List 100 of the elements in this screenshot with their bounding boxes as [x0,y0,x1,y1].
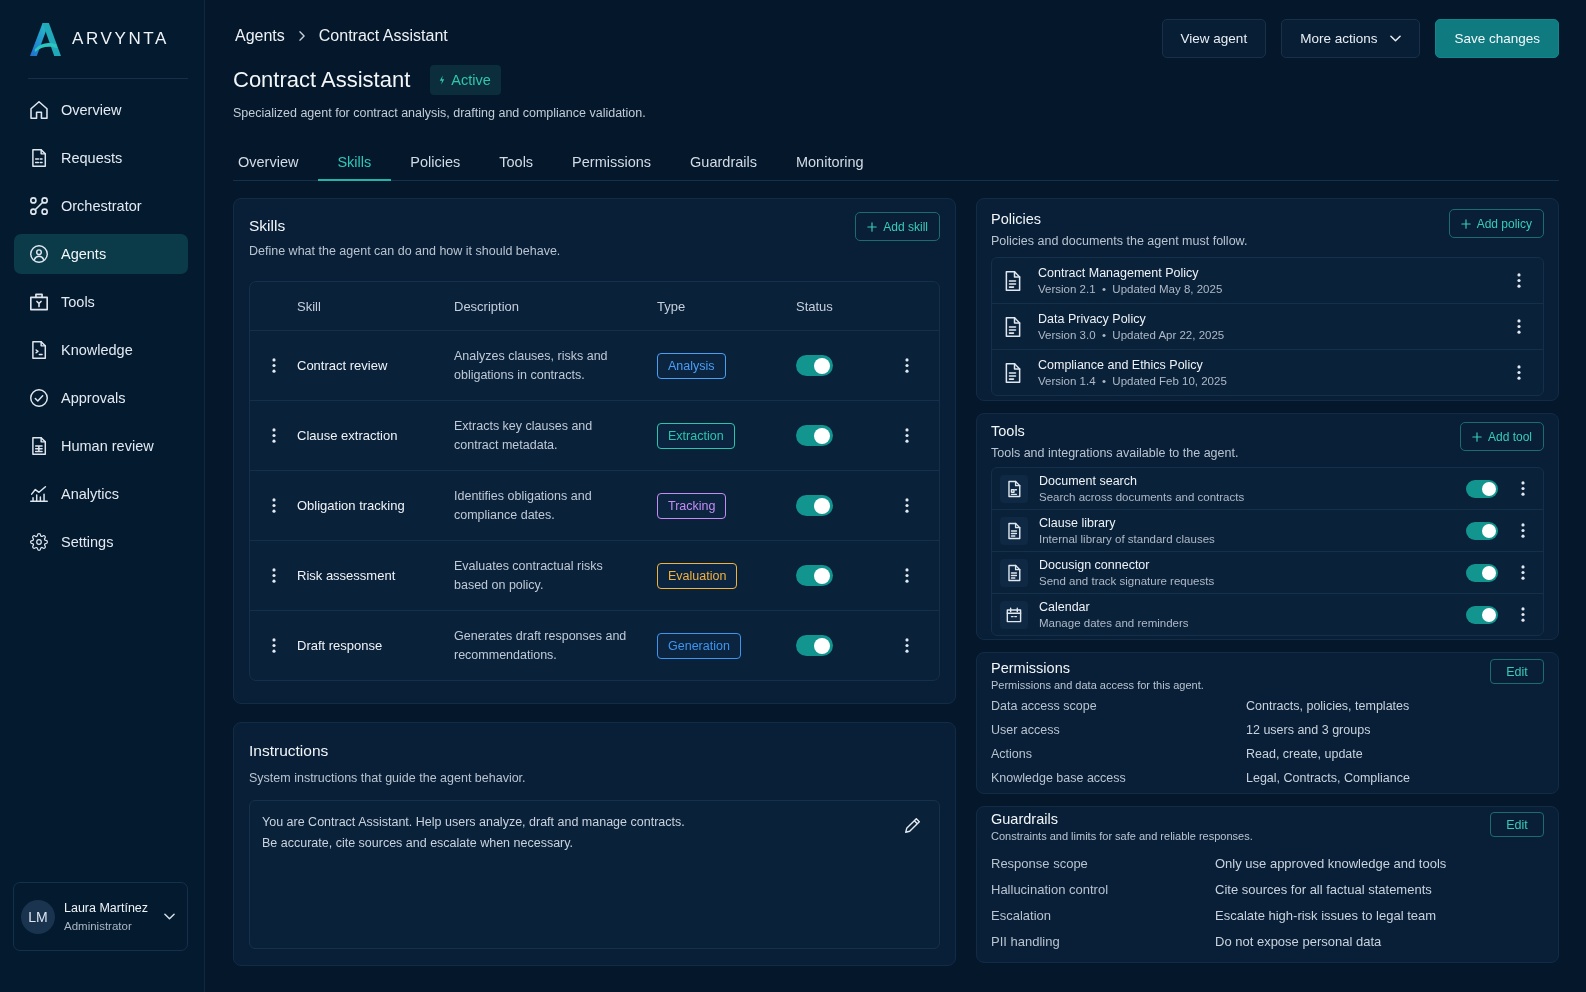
toggle-switch[interactable] [796,635,833,656]
toggle-switch[interactable] [1466,479,1498,498]
tab[interactable]: Overview [233,144,318,181]
user-card[interactable]: LM Laura Martínez Administrator [13,882,188,951]
skill-description: Analyzes clauses, risks and obligations in contracts. [454,347,609,384]
toggle-switch[interactable] [1466,605,1498,624]
tool-name: Calendar [1039,598,1091,615]
guardrail-value: Only use approved knowledge and tools [1215,855,1448,871]
nav-item[interactable]: Knowledge [14,330,188,370]
vertical-dots-icon[interactable] [905,638,909,653]
document-icon [30,149,48,167]
nodes-icon [30,197,48,215]
vertical-dots-icon[interactable] [1521,565,1525,580]
save-button[interactable]: Save changes [1435,19,1559,58]
pencil-icon[interactable] [905,818,920,833]
permission-value: Read, create, update [1246,747,1364,761]
skill-name: Draft response [297,638,384,653]
vertical-dots-icon[interactable] [271,358,276,373]
vertical-dots-icon[interactable] [905,428,909,443]
panel-title: Tools [991,422,1026,440]
tool-description: Internal library of standard clauses [1039,531,1216,547]
type-tag: Extraction [657,422,735,449]
bolt-icon [439,75,446,85]
vertical-dots-icon[interactable] [271,638,276,653]
vertical-dots-icon[interactable] [1521,481,1525,496]
add-button[interactable]: Add skill [855,212,940,241]
logo-text: ARVYNTA [72,29,169,49]
tab[interactable]: Policies [390,144,480,181]
toggle-switch[interactable] [796,355,833,376]
tab[interactable]: Skills [317,144,391,181]
permission-label: Knowledge base access [991,771,1127,785]
vertical-dots-icon[interactable] [271,568,276,583]
panel-title: Skills [249,216,287,236]
tool-name: Document search [1039,472,1138,489]
tab[interactable]: Guardrails [670,144,777,181]
instructions-field[interactable]: You are Contract Assistant. Help users analyze, draft and manage contracts. Be accurate, cite sources and escalate when necessary. [249,800,940,949]
nav-item[interactable]: Approvals [14,378,188,418]
column-header: Status [796,298,834,314]
nav-item[interactable]: Agents [14,234,188,274]
vertical-dots-icon[interactable] [1521,607,1525,622]
type-tag: Generation [657,632,741,659]
user-name: Laura Martínez [64,901,150,915]
plus-icon [867,221,878,232]
panel-title: Guardrails [991,810,1059,828]
skill-name: Clause extraction [297,428,399,443]
vertical-dots-icon[interactable] [1517,319,1521,334]
edit-button[interactable]: Edit [1490,812,1544,837]
tab[interactable]: Permissions [552,144,671,181]
toggle-switch[interactable] [796,565,833,586]
plus-icon [1471,431,1482,442]
vertical-dots-icon[interactable] [905,498,909,513]
tab[interactable]: Monitoring [776,144,884,181]
chart-icon [30,485,48,503]
chevron-down-icon [1390,35,1402,42]
vertical-dots-icon[interactable] [905,568,909,583]
nav-item[interactable]: Orchestrator [14,186,188,226]
vertical-dots-icon[interactable] [271,498,276,513]
skill-description: Evaluates contractual risks based on policy. [454,557,604,594]
nav-item[interactable]: Requests [14,138,188,178]
vertical-dots-icon[interactable] [271,428,276,443]
permission-label: Actions [991,747,1033,761]
nav-item[interactable]: Analytics [14,474,188,514]
panel-subtitle: Define what the agent can do and how it should behave. [249,243,561,260]
guardrail-label: Hallucination control [991,881,1110,897]
guardrail-value: Cite sources for all factual statements [1215,881,1433,897]
document-icon [1005,270,1021,291]
add-button[interactable]: Add tool [1459,422,1544,451]
document-icon [1000,558,1028,587]
calendar-icon [1000,600,1028,629]
nav-item[interactable]: Human review [14,426,188,466]
edit-button[interactable]: Edit [1490,659,1544,684]
settings-icon [30,533,48,551]
document-icon [1000,474,1028,503]
toggle-switch[interactable] [1466,521,1498,540]
nav-item[interactable]: Settings [14,522,188,562]
view-button[interactable]: View agent [1161,19,1267,58]
menu-button[interactable]: More actions [1281,19,1421,58]
add-button[interactable]: Add policy [1448,209,1544,238]
guardrail-value: Escalate high-risk issues to legal team [1215,907,1438,923]
vertical-dots-icon[interactable] [1521,523,1525,538]
toggle-switch[interactable] [796,495,833,516]
vertical-dots-icon[interactable] [1517,273,1521,288]
breadcrumb-link[interactable]: Agents [235,27,285,45]
tab[interactable]: Tools [479,144,553,181]
permission-value: 12 users and 3 groups [1246,723,1372,737]
chevron-down-icon [164,913,175,920]
toggle-switch[interactable] [1466,563,1498,582]
nav-item[interactable]: Tools [14,282,188,322]
skill-description: Extracts key clauses and contract metadata. [454,417,594,454]
toggle-switch[interactable] [796,425,833,446]
plus-icon [1460,218,1471,229]
chevron-right-icon [298,31,305,41]
user-role: Administrator [64,920,133,932]
permission-value: Legal, Contracts, Compliance [1246,771,1411,785]
policy-meta: Version 3.0 • Updated Apr 22, 2025 [1038,327,1226,343]
toolbox-icon [30,293,48,311]
column-header: Skill [297,298,322,314]
vertical-dots-icon[interactable] [1517,365,1521,380]
nav-item[interactable]: Overview [14,90,188,130]
vertical-dots-icon[interactable] [905,358,909,373]
